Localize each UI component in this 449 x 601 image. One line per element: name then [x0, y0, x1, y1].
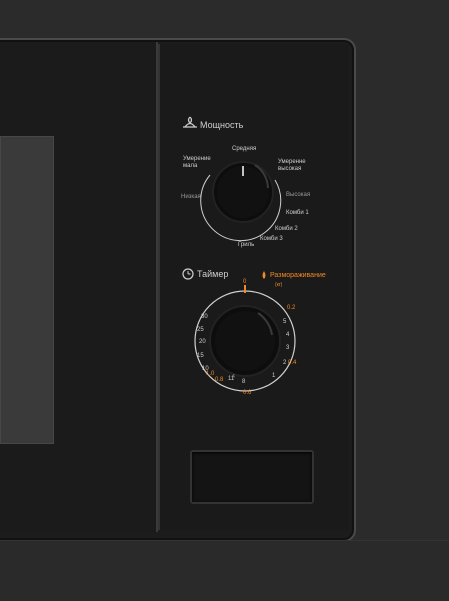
- timer-tick-20: 20: [199, 339, 206, 345]
- timer-tick-3: 3: [286, 345, 290, 351]
- defrost-label: Размораживание: [270, 272, 326, 279]
- defrost-tick-0.4: 0.4: [288, 360, 297, 366]
- defrost-tick-0: 0: [243, 279, 247, 285]
- drop-icon: [262, 271, 266, 279]
- timer-tick-4: 4: [286, 332, 290, 338]
- timer-tick-15: 15: [197, 353, 204, 359]
- power-label-upper-right: Умеренне высокая: [278, 159, 307, 172]
- timer-face-4: 4: [232, 374, 235, 380]
- timer-tick-8: 8: [242, 379, 246, 385]
- power-label-combi1: Комби 1: [286, 210, 309, 216]
- power-label-grill: Гриль: [238, 242, 254, 248]
- power-label-defrost: Умерение мала: [183, 156, 212, 169]
- power-label-right: Высокая: [286, 192, 310, 198]
- defrost-tick-0.6: 0.6: [243, 390, 252, 396]
- power-label-combi3: Комби 3: [260, 236, 283, 242]
- power-label-combi2: Комби 2: [275, 226, 298, 232]
- defrost-tick-1.0: 1.0: [206, 371, 215, 377]
- timer-tick-2: 2: [283, 360, 287, 366]
- defrost-tick-0.8: 0.8: [215, 377, 224, 383]
- defrost-unit: (кг): [275, 282, 283, 288]
- timer-title: Таймер: [197, 269, 228, 279]
- timer-tick-30: 30: [201, 314, 208, 320]
- timer-tick-5: 5: [283, 319, 287, 325]
- door-release-button[interactable]: [190, 450, 314, 504]
- clock-icon: [182, 268, 194, 280]
- defrost-tick-0.2: 0.2: [287, 305, 296, 311]
- control-panel-graphics: Мощность Средняя Умерение мала Умеренне …: [181, 116, 326, 396]
- power-title: Мощность: [200, 120, 244, 130]
- timer-tick-1: 1: [272, 373, 276, 379]
- power-label-top: Средняя: [232, 146, 256, 152]
- power-label-left: Низкая: [181, 194, 201, 200]
- flame-icon: [183, 116, 197, 128]
- power-knob[interactable]: [212, 161, 274, 223]
- timer-knob[interactable]: [209, 305, 281, 377]
- timer-tick-25: 25: [197, 327, 204, 333]
